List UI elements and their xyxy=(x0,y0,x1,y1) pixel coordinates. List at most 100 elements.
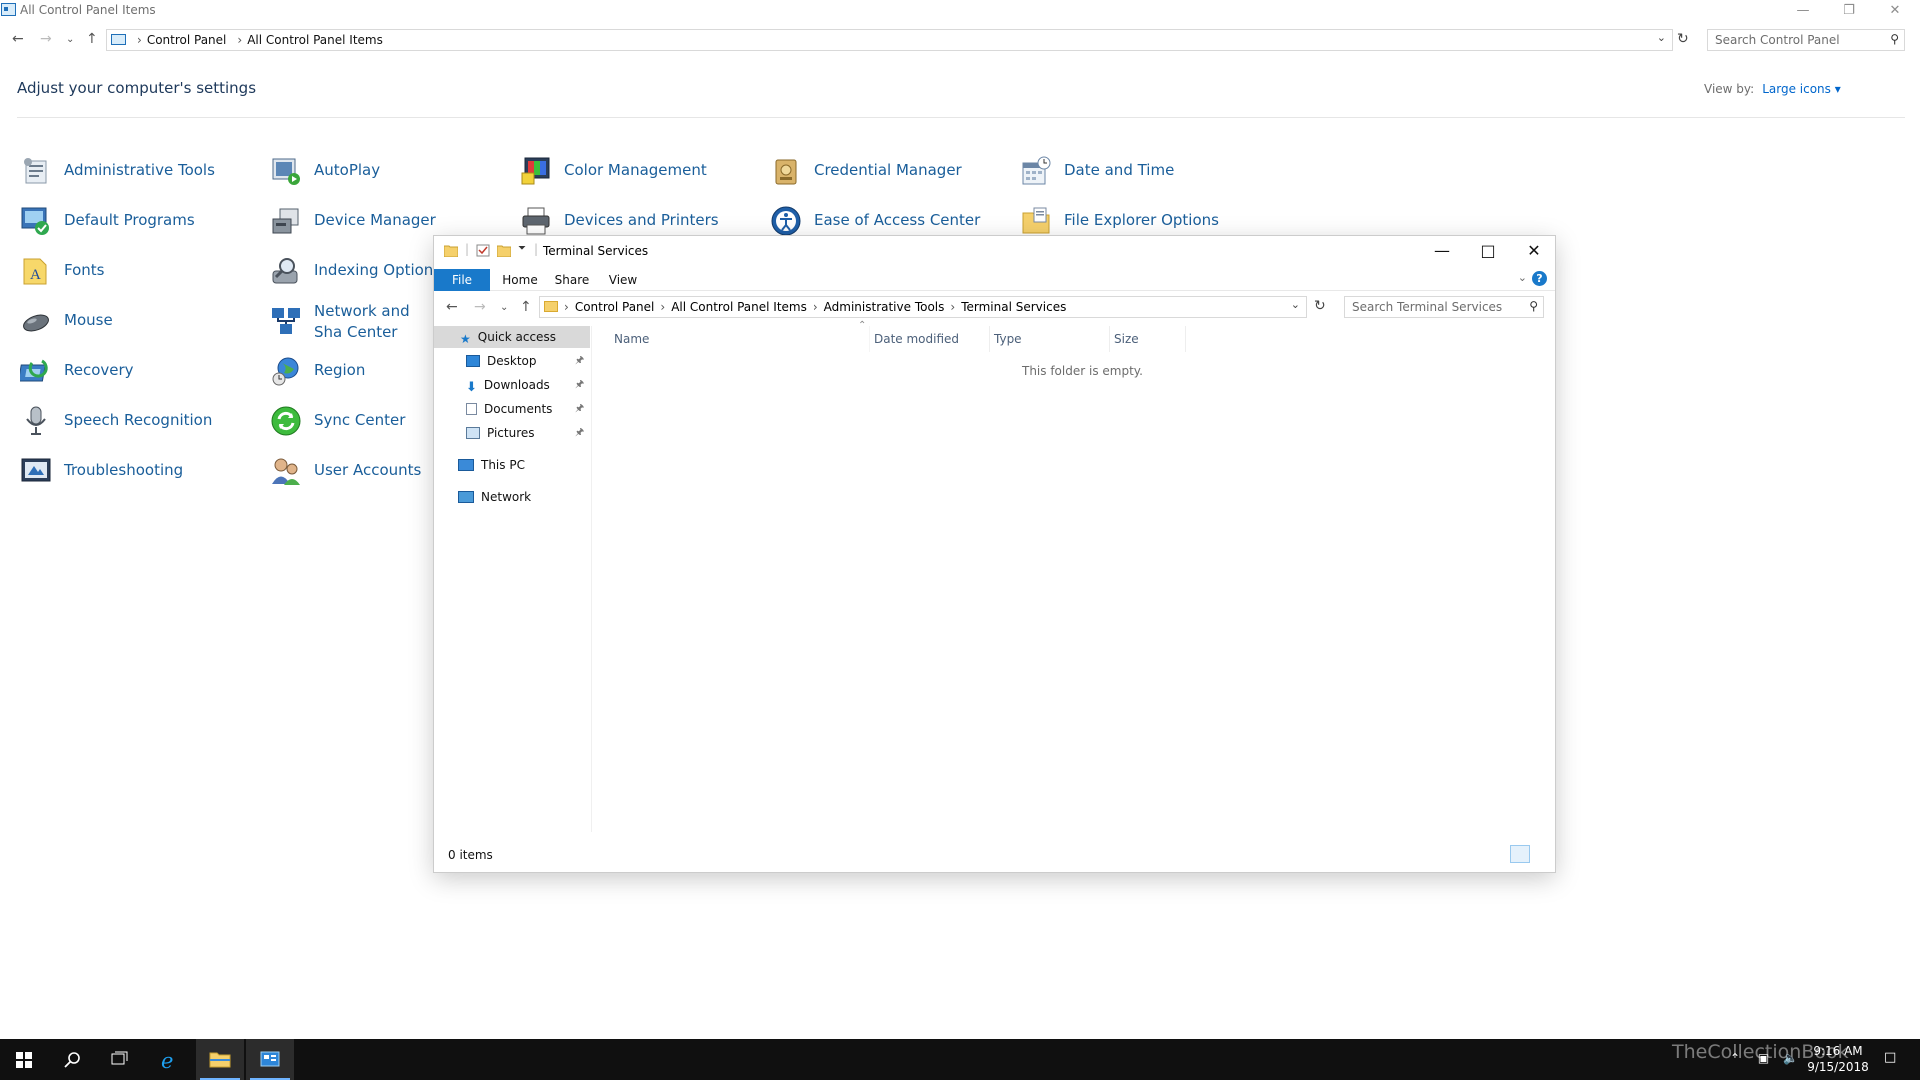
cp-item-troubleshooting[interactable]: Troubleshooting xyxy=(20,452,260,492)
navigation-pane: ★ Quick access Desktop 🖈 ⬇ Downloads 🖈 Docum… xyxy=(434,326,592,832)
column-headers: ⌃ Name Date modified Type Size xyxy=(610,320,1555,352)
explorer-up-arrow-icon[interactable]: ↑ xyxy=(520,299,532,315)
nav-pictures[interactable]: Pictures 🖈 xyxy=(434,422,590,444)
pin-icon[interactable]: 🖈 xyxy=(575,374,584,396)
minimize-button[interactable]: — xyxy=(1780,0,1826,22)
cp-item-credential-manager[interactable]: Credential Manager xyxy=(770,152,1010,192)
control-panel-search-input[interactable]: Search Control Panel ⚲ xyxy=(1707,29,1905,51)
cp-item-date-and-time[interactable]: Date and Time xyxy=(1020,152,1260,192)
nav-desktop[interactable]: Desktop 🖈 xyxy=(434,350,590,372)
explorer-minimize-button[interactable]: — xyxy=(1419,236,1465,266)
breadcrumb-control-panel[interactable]: Control Panel xyxy=(147,33,227,47)
cp-item-administrative-tools[interactable]: Administrative Tools xyxy=(20,152,260,192)
explorer-close-button[interactable]: ✕ xyxy=(1511,236,1557,266)
refresh-icon[interactable]: ↻ xyxy=(1677,31,1689,47)
nav-network[interactable]: Network xyxy=(434,486,590,508)
column-type[interactable]: Type xyxy=(990,326,1110,352)
restore-button[interactable]: ❐ xyxy=(1826,0,1872,22)
tab-home[interactable]: Home xyxy=(496,269,544,291)
default-programs-icon xyxy=(21,207,49,235)
mouse-icon xyxy=(23,314,49,332)
explorer-forward-arrow-icon[interactable]: → xyxy=(474,299,486,315)
explorer-title-bar[interactable]: | ⏷ | Terminal Services — □ ✕ xyxy=(434,236,1555,266)
properties-icon[interactable] xyxy=(476,244,490,257)
pin-icon[interactable]: 🖈 xyxy=(575,398,584,420)
recent-locations-chevron-icon[interactable]: ⌄ xyxy=(66,34,74,45)
column-size[interactable]: Size xyxy=(1110,326,1186,352)
customize-qat-icon[interactable]: ⏷ xyxy=(518,243,526,254)
explorer-refresh-icon[interactable]: ↻ xyxy=(1314,298,1326,314)
file-explorer-icon xyxy=(209,1052,231,1068)
help-icon[interactable]: ? xyxy=(1532,271,1547,286)
cp-item-color-management[interactable]: Color Management xyxy=(520,152,760,192)
action-center-icon[interactable]: □ xyxy=(1884,1050,1896,1065)
cp-item-mouse[interactable]: Mouse xyxy=(20,302,260,342)
show-hidden-icons-chevron-icon[interactable]: ⌃ xyxy=(1730,1051,1740,1065)
breadcrumb-all-control-panel-items[interactable]: All Control Panel Items xyxy=(671,300,807,314)
breadcrumb-all-items[interactable]: All Control Panel Items xyxy=(247,33,383,47)
view-toggles xyxy=(1508,845,1552,867)
tab-share[interactable]: Share xyxy=(548,269,596,291)
search-taskbar-button[interactable] xyxy=(48,1039,96,1080)
cp-item-fonts[interactable]: A Fonts xyxy=(20,252,260,292)
credential-manager-icon xyxy=(775,159,797,185)
taskbar-control-panel[interactable] xyxy=(246,1039,294,1080)
explorer-back-arrow-icon[interactable]: ← xyxy=(446,299,458,315)
close-button[interactable]: ✕ xyxy=(1872,0,1918,22)
network-sharing-icon xyxy=(272,308,300,334)
breadcrumb-administrative-tools[interactable]: Administrative Tools xyxy=(824,300,945,314)
explorer-window: | ⏷ | Terminal Services — □ ✕ File Home … xyxy=(434,236,1555,872)
column-name[interactable]: Name xyxy=(610,326,870,352)
pictures-icon xyxy=(466,427,480,439)
column-date-modified[interactable]: Date modified xyxy=(870,326,990,352)
volume-icon[interactable]: 🔈 xyxy=(1783,1051,1798,1065)
explorer-maximize-button[interactable]: □ xyxy=(1465,236,1511,266)
details-view-icon[interactable] xyxy=(1510,845,1530,863)
cp-item-label: Recovery xyxy=(64,361,134,379)
administrative-tools-icon xyxy=(24,158,47,184)
explorer-window-title: Terminal Services xyxy=(543,244,649,258)
pin-icon[interactable]: 🖈 xyxy=(575,350,584,372)
tab-view[interactable]: View xyxy=(600,269,646,291)
nav-quick-access[interactable]: ★ Quick access xyxy=(434,326,590,348)
address-dropdown-icon[interactable]: ⌄ xyxy=(1657,31,1666,44)
view-by-label: View by: xyxy=(1704,82,1755,96)
cp-item-speech-recognition[interactable]: Speech Recognition xyxy=(20,402,260,442)
device-manager-icon xyxy=(272,208,299,234)
breadcrumb-terminal-services[interactable]: Terminal Services xyxy=(961,300,1066,314)
divider xyxy=(17,117,1905,118)
cp-item-label: Default Programs xyxy=(64,211,195,229)
nav-this-pc[interactable]: This PC xyxy=(434,454,590,476)
taskbar-internet-explorer[interactable]: e xyxy=(146,1039,194,1080)
back-arrow-icon[interactable]: ← xyxy=(12,31,24,47)
new-folder-icon[interactable] xyxy=(497,244,511,257)
pin-icon[interactable]: 🖈 xyxy=(575,422,584,444)
control-panel-app-icon xyxy=(1,3,16,16)
breadcrumb-control-panel[interactable]: Control Panel xyxy=(575,300,655,314)
network-tray-icon[interactable]: ▣ xyxy=(1758,1051,1769,1065)
nav-downloads[interactable]: ⬇ Downloads 🖈 xyxy=(434,374,590,396)
cp-item-recovery[interactable]: Recovery xyxy=(20,352,260,392)
tab-file[interactable]: File xyxy=(434,269,490,291)
control-panel-address-bar[interactable]: › Control Panel › All Control Panel Items ⌄ xyxy=(106,29,1673,51)
explorer-address-bar[interactable]: › Control Panel › All Control Panel Items › A… xyxy=(539,296,1307,318)
clock-time: 9:16 AM xyxy=(1813,1044,1863,1058)
cp-item-default-programs[interactable]: Default Programs xyxy=(20,202,260,242)
large-icons-view-icon[interactable] xyxy=(1532,845,1552,863)
taskbar: e TheCollectionBook ⌃ ▣ 🔈 9:16 AM 9/15/2… xyxy=(0,1039,1920,1080)
forward-arrow-icon[interactable]: → xyxy=(40,31,52,47)
cp-item-autoplay[interactable]: AutoPlay xyxy=(270,152,510,192)
view-by-dropdown[interactable]: Large icons ▾ xyxy=(1762,82,1841,96)
clock[interactable]: 9:16 AM 9/15/2018 xyxy=(1798,1043,1878,1075)
start-button[interactable] xyxy=(0,1039,48,1080)
expand-ribbon-chevron-icon[interactable]: ⌄ xyxy=(1518,271,1527,284)
up-arrow-icon[interactable]: ↑ xyxy=(86,31,98,47)
nav-documents[interactable]: Documents 🖈 xyxy=(434,398,590,420)
task-view-button[interactable] xyxy=(96,1039,144,1080)
explorer-address-dropdown-icon[interactable]: ⌄ xyxy=(1291,298,1300,311)
taskbar-file-explorer[interactable] xyxy=(196,1039,244,1080)
explorer-recent-chevron-icon[interactable]: ⌄ xyxy=(500,302,508,313)
explorer-search-input[interactable]: Search Terminal Services ⚲ xyxy=(1344,296,1544,318)
empty-folder-message: This folder is empty. xyxy=(1022,364,1143,378)
clock-date: 9/15/2018 xyxy=(1807,1060,1869,1074)
